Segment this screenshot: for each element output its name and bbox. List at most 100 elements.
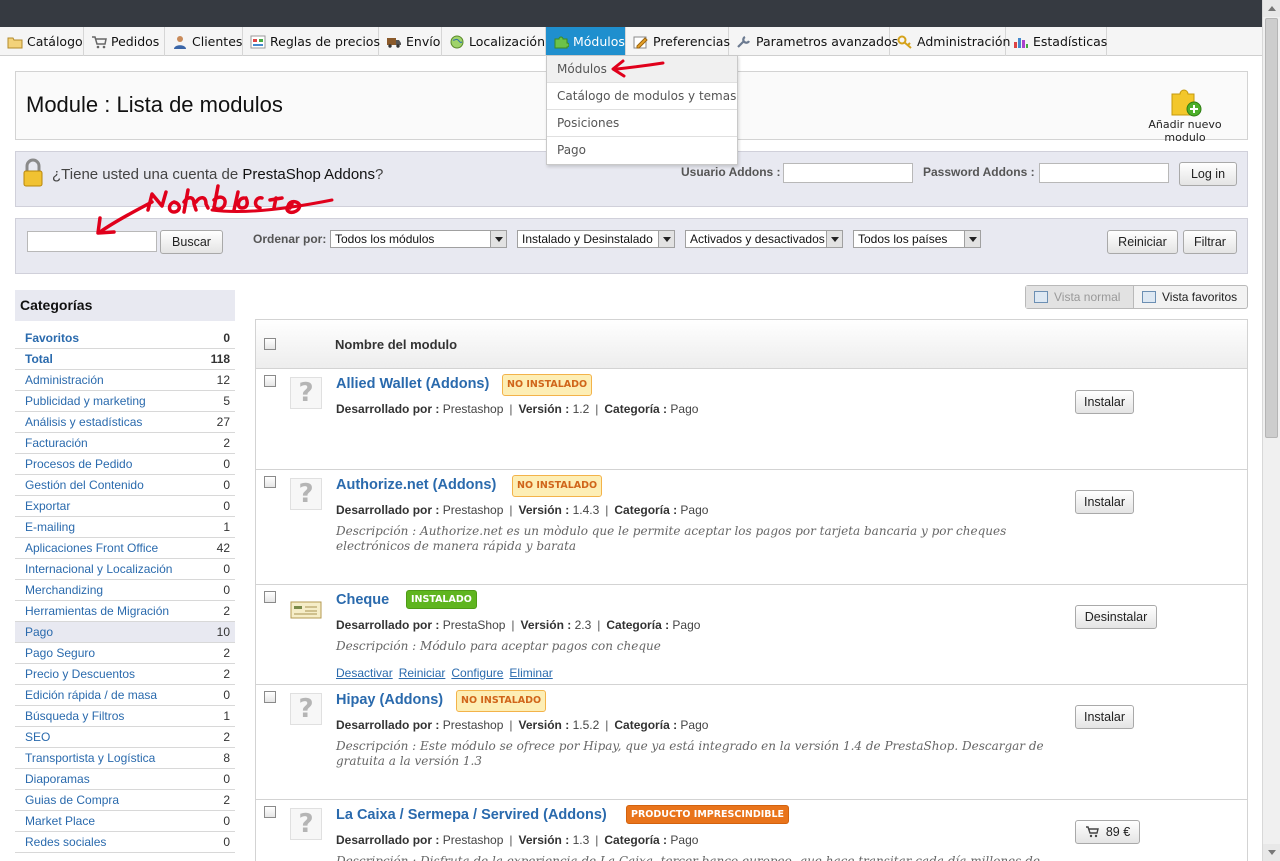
category-item[interactable]: Exportar 0 xyxy=(15,496,235,517)
scroll-thumb[interactable] xyxy=(1265,18,1278,438)
buy-button[interactable]: 89 € xyxy=(1075,820,1140,844)
sort-label: Ordenar por: xyxy=(253,232,327,246)
category-item[interactable]: Búsqueda y Filtros 1 xyxy=(15,706,235,727)
select-active-status[interactable]: Activados y desactivados xyxy=(685,230,843,248)
module-name-link[interactable]: Authorize.net (Addons) xyxy=(336,477,496,493)
category-count: 2 xyxy=(223,793,230,807)
tab-clientes[interactable]: Clientes xyxy=(165,27,243,56)
category-item[interactable]: Publicidad y marketing 5 xyxy=(15,391,235,412)
price-rules-icon xyxy=(250,35,266,49)
tab-administracion[interactable]: Administración xyxy=(890,27,1010,56)
module-actions: Desactivar Reiniciar Configure Eliminar xyxy=(336,666,559,680)
category-count: 27 xyxy=(216,415,230,429)
tab-envio[interactable]: Envío xyxy=(379,27,442,56)
globe-icon xyxy=(449,35,465,49)
category-item[interactable]: SEO 2 xyxy=(15,727,235,748)
module-meta: Desarrollado por : Prestashop | Versión : … xyxy=(336,402,699,416)
category-item[interactable]: Diaporamas 0 xyxy=(15,769,235,790)
category-item[interactable]: Merchandizing 0 xyxy=(15,580,235,601)
scroll-up-icon[interactable] xyxy=(1263,0,1280,17)
module-checkbox[interactable] xyxy=(264,375,276,387)
dropdown-item-catalogo[interactable]: Catálogo de modulos y temas xyxy=(547,83,737,110)
category-item[interactable]: Facturación 2 xyxy=(15,433,235,454)
select-module-type[interactable]: Todos los módulos xyxy=(330,230,507,248)
tab-label: Catálogo xyxy=(27,34,83,49)
category-item[interactable]: Herramientas de Migración 2 xyxy=(15,601,235,622)
module-description: Descripción : Authorize.net es un mòdulo… xyxy=(336,524,1007,553)
category-count: 2 xyxy=(223,667,230,681)
category-item[interactable]: Gestión del Contenido 0 xyxy=(15,475,235,496)
category-item[interactable]: Precio y Descuentos 2 xyxy=(15,664,235,685)
module-name-link[interactable]: Hipay (Addons) xyxy=(336,692,443,708)
module-name-link[interactable]: Cheque xyxy=(336,592,389,608)
module-checkbox[interactable] xyxy=(264,691,276,703)
category-item[interactable]: Transportista y Logística 8 xyxy=(15,748,235,769)
category-count: 2 xyxy=(223,436,230,450)
categories-title: Categorías xyxy=(15,290,235,321)
category-item[interactable]: Internacional y Localización 0 xyxy=(15,559,235,580)
module-action-link[interactable]: Configure xyxy=(451,666,503,680)
tab-localizacion[interactable]: Localización xyxy=(442,27,546,56)
category-item[interactable]: Procesos de Pedido 0 xyxy=(15,454,235,475)
category-item[interactable]: Edición rápida / de masa 0 xyxy=(15,685,235,706)
add-module-button[interactable]: Añadir nuevo modulo xyxy=(1130,84,1240,144)
category-item[interactable]: Pago Seguro 2 xyxy=(15,643,235,664)
module-row: ? Authorize.net (Addons) NO INSTALADO Desar… xyxy=(256,470,1247,585)
module-action-link[interactable]: Eliminar xyxy=(509,666,552,680)
dropdown-item-modulos[interactable]: Módulos xyxy=(547,56,737,83)
page-scrollbar[interactable] xyxy=(1262,0,1280,861)
tab-modulos[interactable]: Módulos xyxy=(546,27,626,56)
module-name-link[interactable]: La Caixa / Sermepa / Servired (Addons) xyxy=(336,807,607,823)
category-count: 1 xyxy=(223,709,230,723)
category-item[interactable]: E-mailing 1 xyxy=(15,517,235,538)
category-item[interactable]: Total 118 xyxy=(15,349,235,370)
tab-reglas-de-precios[interactable]: Reglas de precios xyxy=(243,27,380,56)
module-action-link[interactable]: Reiniciar xyxy=(399,666,446,680)
module-action-button[interactable]: Instalar xyxy=(1075,390,1134,414)
dropdown-item-posiciones[interactable]: Posiciones xyxy=(547,110,737,137)
module-row: ? Allied Wallet (Addons) NO INSTALADO Desar… xyxy=(256,369,1247,470)
category-item[interactable]: Redes sociales 0 xyxy=(15,832,235,853)
category-label: Herramientas de Migración xyxy=(25,604,170,618)
addons-user-input[interactable] xyxy=(783,163,913,183)
module-action-link[interactable]: Desactivar xyxy=(336,666,393,680)
category-item[interactable]: Análisis y estadísticas 27 xyxy=(15,412,235,433)
tab-catalogo[interactable]: Catálogo xyxy=(0,27,84,56)
category-item[interactable]: Market Place 0 xyxy=(15,811,235,832)
scroll-down-icon[interactable] xyxy=(1263,844,1280,861)
module-action-button[interactable]: Instalar xyxy=(1075,490,1134,514)
category-item[interactable]: Guias de Compra 2 xyxy=(15,790,235,811)
module-search-input[interactable] xyxy=(27,231,157,252)
reset-button[interactable]: Reiniciar xyxy=(1107,230,1178,254)
category-item[interactable]: Favoritos 0 xyxy=(15,328,235,349)
module-name-header: Nombre del modulo xyxy=(335,337,458,352)
select-all-checkbox[interactable] xyxy=(264,338,276,350)
category-label: Merchandizing xyxy=(25,583,104,597)
module-action-button[interactable]: Desinstalar xyxy=(1075,605,1157,629)
category-count: 2 xyxy=(223,604,230,618)
addons-login-button[interactable]: Log in xyxy=(1179,162,1237,186)
category-item[interactable]: Pago 10 xyxy=(15,622,235,643)
addons-password-input[interactable] xyxy=(1039,163,1169,183)
view-favorites-button[interactable]: Vista favoritos xyxy=(1134,286,1247,308)
filter-button[interactable]: Filtrar xyxy=(1183,230,1237,254)
dropdown-item-pago[interactable]: Pago xyxy=(547,137,737,164)
tab-pedidos[interactable]: Pedidos xyxy=(84,27,165,56)
tab-estadisticas[interactable]: Estadísticas xyxy=(1006,27,1107,56)
tab-parametros-avanzados[interactable]: Parametros avanzados xyxy=(729,27,898,56)
module-description: Descripción : Disfruta de la experiencia… xyxy=(336,854,1040,861)
module-checkbox[interactable] xyxy=(264,591,276,603)
module-action-button[interactable]: Instalar xyxy=(1075,705,1134,729)
module-name-link[interactable]: Allied Wallet (Addons) xyxy=(336,376,489,392)
module-description: Descripción : Este módulo se ofrece por … xyxy=(336,739,1044,768)
category-item[interactable]: Administración 12 xyxy=(15,370,235,391)
select-country[interactable]: Todos los países xyxy=(853,230,981,248)
tab-preferencias[interactable]: Preferencias xyxy=(626,27,730,56)
module-checkbox[interactable] xyxy=(264,806,276,818)
search-button[interactable]: Buscar xyxy=(160,230,223,254)
category-item[interactable]: Aplicaciones Front Office 42 xyxy=(15,538,235,559)
select-install-status[interactable]: Instalado y Desinstalado xyxy=(517,230,675,248)
view-normal-button[interactable]: Vista normal xyxy=(1026,286,1134,308)
module-checkbox[interactable] xyxy=(264,476,276,488)
main-menu: Catálogo Pedidos Clientes Reglas de prec… xyxy=(0,27,1262,56)
